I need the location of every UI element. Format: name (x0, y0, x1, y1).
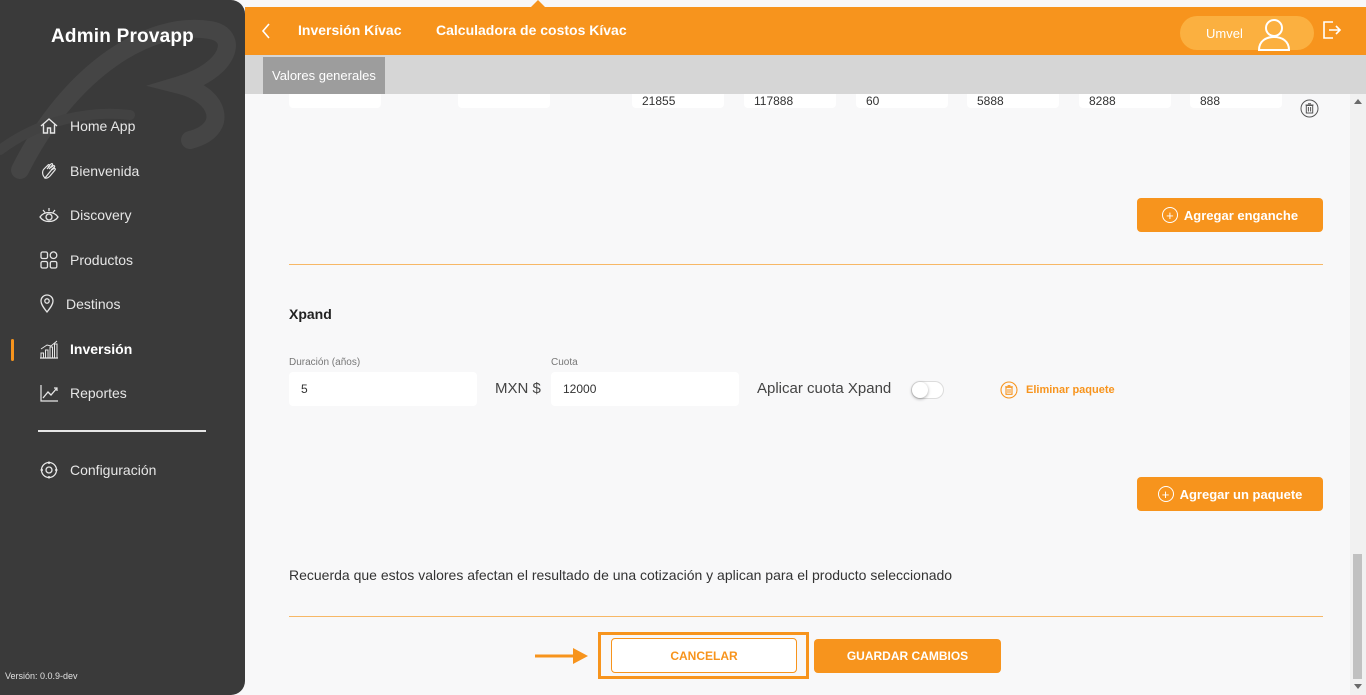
app-version: Versión: 0.0.9-dev (5, 671, 78, 681)
grid-icon (38, 249, 60, 271)
prev-row-input[interactable]: 60 (856, 94, 948, 108)
home-icon (38, 115, 60, 137)
plus-circle-icon: + (1161, 207, 1178, 223)
logout-icon[interactable] (1321, 19, 1343, 41)
add-package-button[interactable]: + Agregar un paquete (1137, 477, 1323, 511)
sidebar-item-bienvenida[interactable]: Bienvenida (38, 158, 139, 184)
scroll-down-arrow-icon[interactable] (1354, 684, 1362, 689)
delete-package-button[interactable]: Eliminar paquete (1000, 381, 1115, 399)
user-name: Umvel (1206, 26, 1243, 41)
fee-label: Cuota (551, 357, 578, 368)
sidebar-item-label: Inversión (70, 341, 133, 357)
sidebar-item-label: Destinos (66, 296, 121, 312)
sidebar-item-label: Discovery (70, 207, 132, 223)
apply-xpand-toggle[interactable] (911, 381, 944, 399)
pointer-arrow-icon (535, 648, 588, 664)
duration-input[interactable]: 5 (289, 372, 477, 406)
eye-icon (38, 204, 60, 226)
trash-icon (1000, 381, 1018, 399)
main-content: 21855 117888 60 5888 8288 888 + Agregar … (245, 94, 1350, 695)
footer-divider (289, 616, 1323, 617)
user-menu-button[interactable]: Umvel (1180, 16, 1314, 51)
location-pin-icon (38, 293, 56, 315)
save-changes-button[interactable]: GUARDAR CAMBIOS (814, 639, 1001, 673)
line-chart-icon (38, 382, 60, 404)
apply-xpand-label: Aplicar cuota Xpand (757, 380, 892, 397)
currency-label: MXN $ (495, 380, 541, 397)
sidebar-item-label: Productos (70, 252, 134, 268)
fee-input[interactable]: 12000 (551, 372, 739, 406)
tab-valores-generales[interactable]: Valores generales (263, 57, 385, 94)
back-chevron-icon[interactable] (259, 21, 273, 41)
active-indicator (11, 339, 14, 361)
prev-row-input[interactable]: 888 (1190, 94, 1282, 108)
sidebar-item-destinos[interactable]: Destinos (38, 291, 120, 317)
cancel-button[interactable]: CANCELAR (611, 638, 797, 673)
header-notch (531, 0, 545, 7)
add-downpayment-label: Agregar enganche (1183, 207, 1299, 223)
section-title-xpand: Xpand (289, 306, 332, 322)
sidebar-item-inversion[interactable]: Inversión (38, 336, 132, 362)
delete-package-label: Eliminar paquete (1026, 384, 1115, 396)
duration-label: Duración (años) (289, 357, 361, 368)
scroll-up-arrow-icon[interactable] (1354, 99, 1362, 104)
app-root: Admin Provapp Home App Bienvenida Discov… (0, 0, 1366, 695)
top-bar: Inversión Kívac Calculadora de costos Kí… (245, 0, 1366, 55)
page-title: Calculadora de costos Kívac (436, 22, 627, 38)
prev-row-input[interactable] (289, 94, 381, 108)
sidebar-item-label: Bienvenida (70, 163, 140, 179)
delete-row-icon[interactable] (1300, 99, 1319, 118)
gear-icon (38, 459, 60, 481)
sidebar-divider (38, 430, 206, 432)
reminder-text: Recuerda que estos valores afectan el re… (289, 567, 953, 583)
sidebar-item-productos[interactable]: Productos (38, 247, 133, 273)
vertical-scrollbar[interactable] (1350, 94, 1366, 695)
toggle-knob (912, 382, 928, 398)
prev-row-input[interactable]: 8288 (1079, 94, 1171, 108)
sidebar-item-label: Configuración (70, 462, 157, 478)
waving-hand-icon (38, 160, 60, 182)
prev-row-input[interactable]: 117888 (744, 94, 836, 108)
sidebar-item-discovery[interactable]: Discovery (38, 202, 131, 228)
sidebar-item-configuracion[interactable]: Configuración (38, 457, 156, 483)
tab-strip: Valores generales (245, 55, 1366, 94)
sidebar-item-reportes[interactable]: Reportes (38, 380, 127, 406)
add-package-label: Agregar un paquete (1179, 486, 1303, 502)
bar-chart-icon (38, 338, 60, 360)
add-downpayment-button[interactable]: + Agregar enganche (1137, 198, 1323, 232)
sidebar-item-label: Reportes (70, 385, 127, 401)
prev-row-input[interactable]: 21855 (632, 94, 724, 108)
section-divider (289, 264, 1323, 265)
sidebar-item-label: Home App (70, 118, 136, 134)
user-avatar-icon (1257, 19, 1291, 51)
scrollbar-thumb[interactable] (1353, 554, 1362, 679)
breadcrumb-inversion[interactable]: Inversión Kívac (298, 22, 402, 38)
sidebar: Admin Provapp Home App Bienvenida Discov… (0, 0, 245, 695)
sidebar-item-home-app[interactable]: Home App (38, 113, 135, 139)
sidebar-brand: Admin Provapp (50, 26, 194, 47)
plus-circle-icon: + (1157, 486, 1174, 502)
prev-row-input[interactable] (458, 94, 550, 108)
prev-row-input[interactable]: 5888 (967, 94, 1059, 108)
